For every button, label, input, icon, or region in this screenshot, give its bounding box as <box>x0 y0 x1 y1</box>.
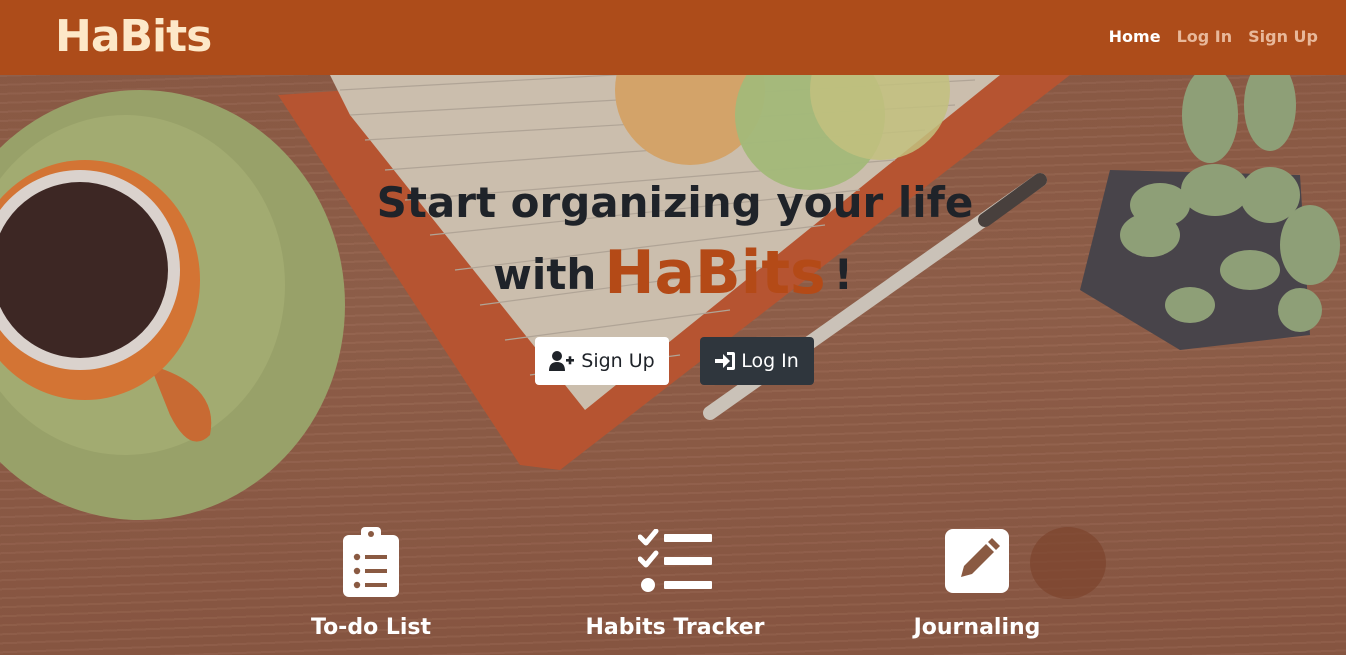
edit-icon <box>945 529 1009 593</box>
clipboard-list-icon <box>343 527 399 597</box>
user-plus-icon <box>549 351 575 371</box>
feature-habits-label: Habits Tracker <box>585 615 765 640</box>
headline-line2: with HaBits! <box>0 238 1346 310</box>
feature-todo-label: To-do List <box>310 615 432 640</box>
feature-todo: To-do List <box>300 525 442 640</box>
login-button[interactable]: Log In <box>700 337 814 385</box>
headline-brand: HaBits <box>604 238 826 308</box>
headline-with: with <box>493 250 597 299</box>
nav-link-home[interactable]: Home <box>1101 26 1169 48</box>
headline-bang: ! <box>833 250 853 299</box>
feature-journaling: Journaling <box>905 525 1049 640</box>
nav-links: Home Log In Sign Up <box>1101 26 1326 48</box>
nav-link-signup[interactable]: Sign Up <box>1240 26 1326 48</box>
signup-button[interactable]: Sign Up <box>535 337 669 385</box>
feature-journaling-label: Journaling <box>913 615 1041 640</box>
brand-logo[interactable]: HaBits <box>55 9 212 65</box>
navbar: HaBits Home Log In Sign Up <box>0 0 1346 75</box>
login-button-label: Log In <box>741 350 799 372</box>
feature-habits: Habits Tracker <box>580 525 770 640</box>
sign-in-icon <box>715 352 736 370</box>
nav-link-login[interactable]: Log In <box>1169 26 1241 48</box>
signup-button-label: Sign Up <box>581 350 655 372</box>
headline-line1: Start organizing your life <box>376 178 974 227</box>
checklist-icon <box>638 529 712 592</box>
